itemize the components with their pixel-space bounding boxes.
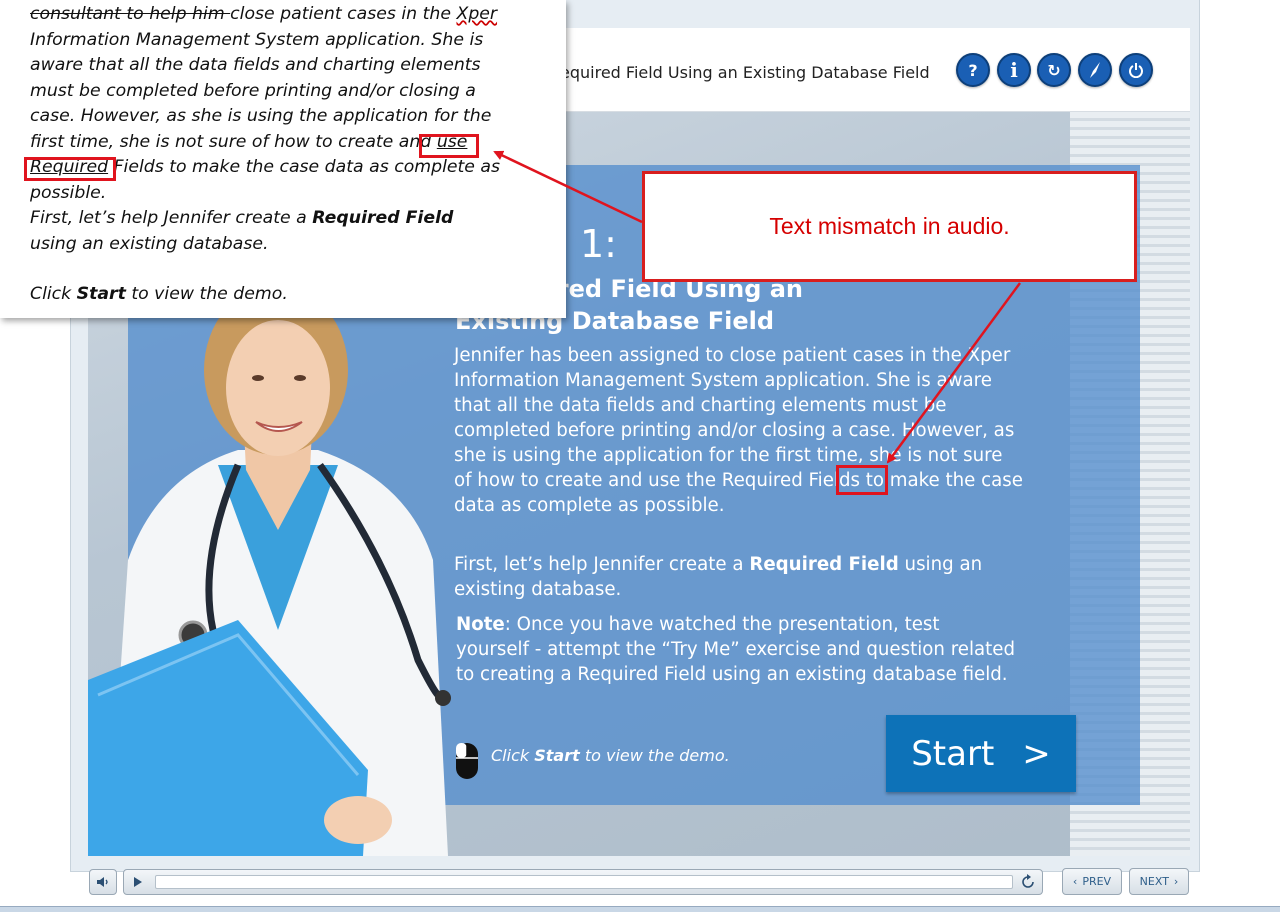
volume-button[interactable]: [89, 869, 117, 895]
play-icon[interactable]: [133, 876, 143, 888]
next-button[interactable]: NEXT ›: [1129, 868, 1189, 895]
prev-button[interactable]: ‹ PREV: [1062, 868, 1122, 895]
transcript-highlight-box-1: [419, 134, 479, 158]
replay-icon[interactable]: [1020, 874, 1036, 890]
first-step-bold: Required Field: [749, 554, 899, 575]
slide-first-step-text: First, let’s help Jennifer create a Requ…: [454, 552, 1014, 602]
click-hint-suffix: to view the demo.: [579, 746, 730, 765]
note-label: Note: [456, 614, 505, 635]
slide-note-text: Note: Once you have watched the presenta…: [456, 612, 1016, 687]
transcript-click-hint: Click Start to view the demo.: [30, 282, 500, 308]
transcript-first-suffix: using an existing database.: [30, 233, 269, 254]
review-comment-callout: Text mismatch in audio.: [642, 171, 1137, 282]
help-button[interactable]: ?: [956, 53, 990, 87]
slide-body-text: Jennifer has been assigned to close pati…: [454, 343, 1024, 518]
info-button[interactable]: i: [997, 53, 1031, 87]
body-text-highlight: the: [686, 470, 717, 491]
chevron-left-icon: ‹: [1072, 875, 1078, 888]
transcript-first-step: First, let’s help Jennifer create a Requ…: [30, 206, 500, 257]
doctor-illustration: [88, 300, 451, 856]
power-button[interactable]: [1119, 53, 1153, 87]
prev-label: PREV: [1082, 875, 1112, 888]
click-start-hint: Click Start to view the demo.: [491, 746, 730, 765]
transcript-click-bold: Start: [76, 284, 126, 304]
transcript-text-1: close patient cases in the: [230, 4, 457, 24]
info-icon: i: [1010, 58, 1018, 82]
transcript-first-bold: Required Field: [312, 208, 454, 228]
speaker-icon: [97, 877, 108, 887]
power-icon: [1129, 63, 1143, 78]
chevron-right-small-icon: ›: [1173, 875, 1179, 888]
click-hint-prefix: Click: [491, 746, 535, 765]
mouse-icon: [456, 743, 478, 779]
note-body: : Once you have watched the presentation…: [456, 614, 1016, 685]
start-button-label: Start: [911, 733, 995, 774]
chevron-right-icon: >: [1022, 733, 1051, 774]
transcript-highlight-box-2: [24, 157, 116, 181]
help-icon: ?: [968, 60, 978, 80]
compass-icon: [1090, 62, 1100, 78]
page-title: equired Field Using an Existing Database…: [560, 63, 930, 82]
seek-slider[interactable]: [155, 875, 1013, 889]
slide-number: 1:: [580, 222, 617, 266]
refresh-button[interactable]: ↻: [1037, 53, 1071, 87]
slide-highlight-box: [836, 465, 888, 495]
first-step-prefix: First, let’s help Jennifer create a: [454, 554, 750, 575]
os-taskbar: [0, 906, 1280, 912]
transcript-xper: Xper: [456, 4, 498, 24]
transcript-click-prefix: Click: [30, 284, 77, 304]
playback-bar: [123, 869, 1043, 895]
next-label: NEXT: [1139, 875, 1169, 888]
click-hint-bold: Start: [534, 746, 580, 765]
start-button[interactable]: Start >: [886, 715, 1076, 792]
refresh-icon: ↻: [1047, 60, 1061, 80]
compass-button[interactable]: [1078, 53, 1112, 87]
transcript-first-prefix: First, let’s help Jennifer create a: [30, 208, 313, 228]
transcript-struck-text: consultant to help him: [30, 4, 231, 24]
transcript-click-suffix: to view the demo.: [125, 284, 288, 304]
